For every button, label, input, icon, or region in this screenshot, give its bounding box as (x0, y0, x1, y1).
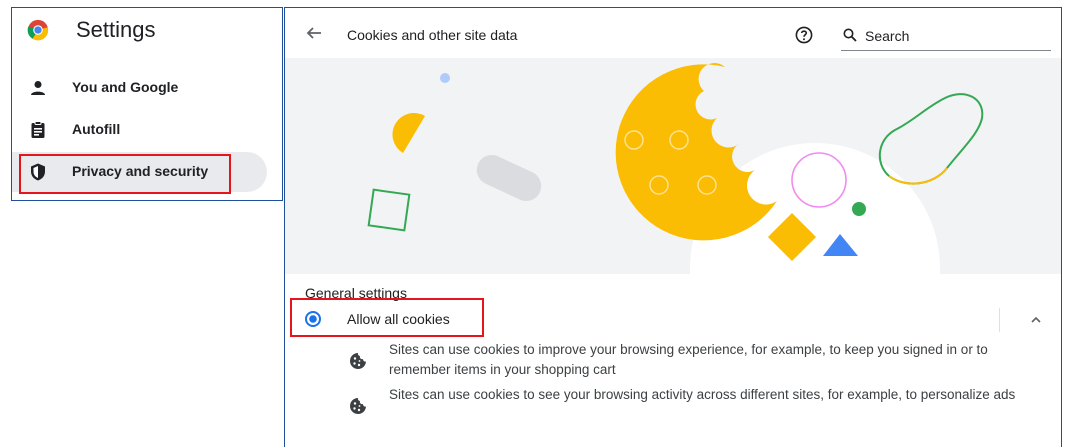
sidebar-item-you-and-google[interactable]: You and Google (12, 68, 267, 108)
sidebar-item-label: Privacy and security (72, 163, 209, 179)
search-icon (843, 28, 857, 42)
sidebar-item-privacy-and-security[interactable]: Privacy and security (12, 152, 267, 192)
search-input[interactable]: Search (841, 24, 1051, 51)
cookie-icon (350, 398, 366, 414)
cookie-icon (350, 353, 366, 369)
section-title: General settings (305, 285, 407, 301)
description-text: Sites can use cookies to see your browsi… (389, 387, 1016, 402)
sidebar-item-label: Autofill (72, 121, 121, 137)
search-placeholder: Search (865, 28, 910, 44)
shield-icon (31, 163, 45, 181)
person-icon (31, 81, 45, 95)
cookies-page-panel: Cookies and other site data Search Gener… (284, 7, 1062, 447)
sidebar-item-label: You and Google (72, 79, 179, 95)
sidebar-item-autofill[interactable]: Autofill (12, 110, 267, 150)
chevron-up-icon[interactable] (1029, 313, 1043, 327)
cookies-illustration (285, 58, 1061, 274)
back-arrow-icon[interactable] (305, 24, 323, 42)
chrome-logo-icon (27, 19, 49, 41)
settings-sidebar-panel: Settings You and Google Autofill Privacy… (11, 7, 283, 201)
radio-button-selected[interactable] (305, 311, 321, 327)
page-header: Cookies and other site data Search (285, 8, 1061, 58)
allow-all-cookies-option[interactable]: Allow all cookies (285, 304, 1061, 336)
app-title: Settings (76, 17, 156, 42)
divider (999, 308, 1000, 332)
help-icon[interactable] (795, 26, 813, 44)
option-label: Allow all cookies (347, 311, 450, 327)
page-title: Cookies and other site data (347, 27, 518, 43)
description-item: Sites can use cookies to see your browsi… (285, 385, 1061, 427)
description-item: Sites can use cookies to improve your br… (285, 340, 1061, 382)
clipboard-icon (31, 121, 45, 138)
description-text: Sites can use cookies to improve your br… (389, 342, 988, 377)
